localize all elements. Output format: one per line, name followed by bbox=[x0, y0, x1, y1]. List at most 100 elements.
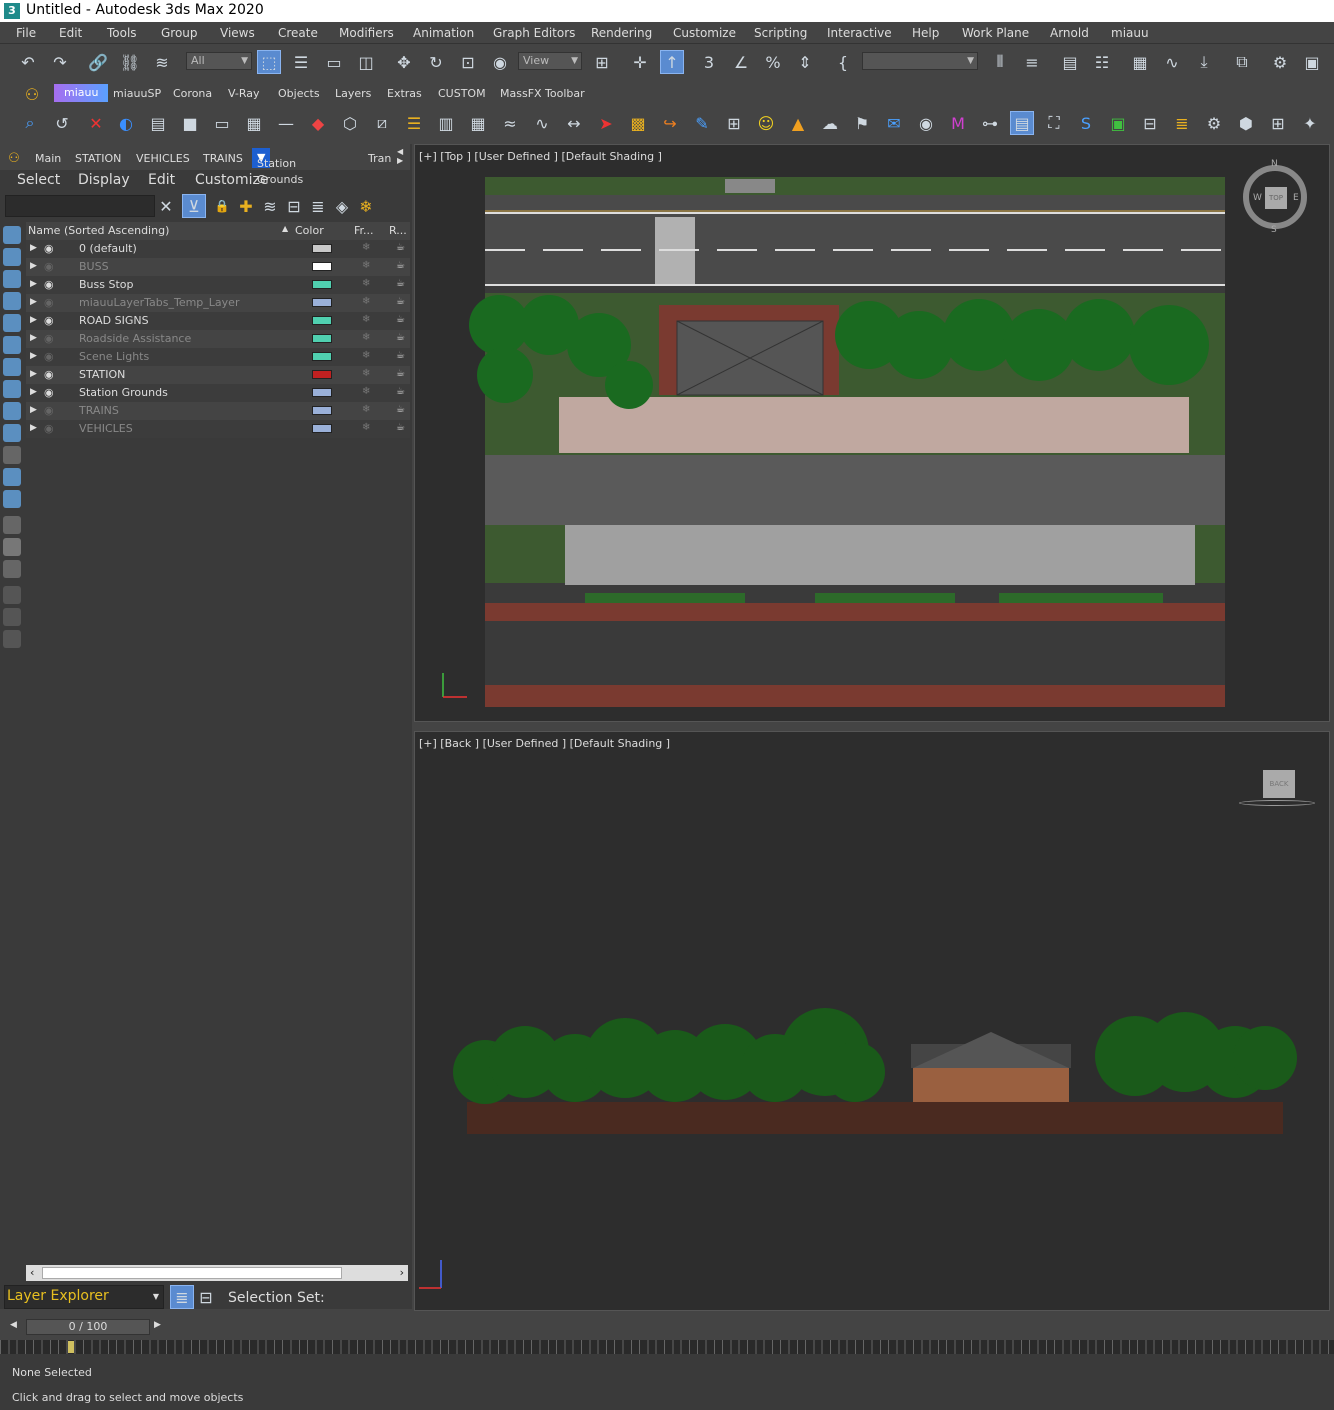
display-containers-icon[interactable] bbox=[3, 446, 21, 464]
toggle-ribbon-icon[interactable]: ▦ bbox=[1128, 50, 1152, 74]
move-icon[interactable]: ✥ bbox=[392, 50, 416, 74]
column-color[interactable]: Color bbox=[295, 224, 324, 237]
snowflake-icon[interactable]: ❄ bbox=[362, 422, 370, 433]
dope-sheet-icon[interactable]: ⤓ bbox=[1192, 50, 1216, 74]
menu-work-plane[interactable]: Work Plane bbox=[962, 26, 1029, 40]
miauu-icon[interactable]: ⚇ bbox=[2, 146, 26, 170]
explorer-tab-station-grounds[interactable]: Station Grounds ▼ bbox=[252, 148, 303, 186]
rotate-icon[interactable]: ↻ bbox=[424, 50, 448, 74]
spinner-snap-icon[interactable]: ⇕ bbox=[793, 50, 817, 74]
gear-icon[interactable]: ⚙ bbox=[1202, 111, 1226, 135]
explorer-tab-tran[interactable]: Tran bbox=[368, 152, 391, 165]
eye-hidden-icon[interactable]: ◉ bbox=[44, 332, 54, 345]
named-selection-dropdown[interactable]: ▼ bbox=[862, 52, 978, 70]
explorer-search-input[interactable] bbox=[5, 195, 155, 217]
display-all-icon[interactable] bbox=[3, 516, 21, 534]
menu-help[interactable]: Help bbox=[912, 26, 939, 40]
expand-arrow-icon[interactable]: ▶ bbox=[30, 315, 37, 325]
grid-icon[interactable]: ▦ bbox=[466, 111, 490, 135]
prev-frame-icon[interactable]: ◀ bbox=[10, 1320, 17, 1330]
expand-arrow-icon[interactable]: ▶ bbox=[30, 333, 37, 343]
snowflake-icon[interactable]: ❄ bbox=[362, 404, 370, 415]
ref-coord-dropdown[interactable]: View ▼ bbox=[518, 52, 582, 70]
pivot-center-icon[interactable]: ⊞ bbox=[590, 50, 614, 74]
layer-color-swatch[interactable] bbox=[312, 424, 332, 433]
render-frame-icon[interactable]: ▣ bbox=[1300, 50, 1324, 74]
snowflake-icon[interactable]: ❄ bbox=[362, 314, 370, 325]
tp-icon[interactable]: ⊟ bbox=[1138, 111, 1162, 135]
display-xrefs-icon[interactable] bbox=[3, 402, 21, 420]
link-icon[interactable]: 🔗 bbox=[86, 50, 110, 74]
cone-icon[interactable]: ▲ bbox=[786, 111, 810, 135]
menu-arnold[interactable]: Arnold bbox=[1050, 26, 1089, 40]
box-icon[interactable]: ■ bbox=[178, 111, 202, 135]
ribbon-tab-massfx[interactable]: MassFX Toolbar bbox=[500, 87, 585, 100]
layer-row[interactable]: ▶ ◉ Buss Stop ❄ ☕ bbox=[26, 276, 410, 294]
viewcube-back-face[interactable]: BACK bbox=[1263, 770, 1295, 798]
wave-icon[interactable]: ∿ bbox=[530, 111, 554, 135]
layer-row[interactable]: ▶ ◉ miauuLayerTabs_Temp_Layer ❄ ☕ bbox=[26, 294, 410, 312]
place-icon[interactable]: ◉ bbox=[488, 50, 512, 74]
expand-arrow-icon[interactable]: ▶ bbox=[30, 243, 37, 253]
layers-icon[interactable]: ▥ bbox=[434, 111, 458, 135]
viewcube-top-face[interactable]: TOP bbox=[1265, 187, 1287, 209]
next-frame-icon[interactable]: ▶ bbox=[154, 1320, 161, 1330]
cube-icon[interactable]: ⬡ bbox=[338, 111, 362, 135]
filter-toggle-icon[interactable]: ⊻ bbox=[182, 194, 206, 218]
menu-graph-editors[interactable]: Graph Editors bbox=[493, 26, 575, 40]
scroll-left-icon[interactable]: ‹ bbox=[30, 1266, 34, 1279]
filter-c-icon[interactable] bbox=[3, 630, 21, 648]
column-render[interactable]: R... bbox=[389, 224, 407, 237]
align-icon[interactable]: ≡ bbox=[1020, 50, 1044, 74]
ribbon-tab-custom[interactable]: CUSTOM bbox=[438, 87, 486, 100]
teapot-icon[interactable]: ☕ bbox=[396, 422, 405, 433]
explorer-menu-select[interactable]: Select bbox=[17, 172, 60, 188]
column-freeze[interactable]: Fr... bbox=[354, 224, 374, 237]
display-bones-icon[interactable] bbox=[3, 424, 21, 442]
curve-icon[interactable]: ≈ bbox=[498, 111, 522, 135]
eye-hidden-icon[interactable]: ◉ bbox=[44, 296, 54, 309]
layer-row[interactable]: ▶ ◉ Roadside Assistance ❄ ☕ bbox=[26, 330, 410, 348]
menu-group[interactable]: Group bbox=[161, 26, 198, 40]
layer-name[interactable]: STATION bbox=[79, 368, 125, 381]
menu-miauu[interactable]: miauu bbox=[1111, 26, 1149, 40]
display-groups-icon[interactable] bbox=[3, 380, 21, 398]
snowflake-icon[interactable]: ❄ bbox=[362, 350, 370, 361]
layer-name[interactable]: 0 (default) bbox=[79, 242, 137, 255]
teapot-icon[interactable]: ☕ bbox=[396, 296, 405, 307]
menu-customize[interactable]: Customize bbox=[673, 26, 736, 40]
unlink-icon[interactable]: ⛓ bbox=[118, 50, 142, 74]
dimension-icon[interactable]: ↔ bbox=[562, 111, 586, 135]
flag-icon[interactable]: ⚑ bbox=[850, 111, 874, 135]
menu-edit[interactable]: Edit bbox=[59, 26, 82, 40]
layer-color-swatch[interactable] bbox=[312, 280, 332, 289]
menu-interactive[interactable]: Interactive bbox=[827, 26, 892, 40]
layer-row[interactable]: ▶ ◉ TRAINS ❄ ☕ bbox=[26, 402, 410, 420]
menu-rendering[interactable]: Rendering bbox=[591, 26, 652, 40]
corona-icon[interactable]: ◐ bbox=[114, 111, 138, 135]
layer-name[interactable]: BUSS bbox=[79, 260, 109, 273]
expand-arrow-icon[interactable]: ▶ bbox=[30, 405, 37, 415]
expand-arrow-icon[interactable]: ▶ bbox=[30, 297, 37, 307]
eye-icon[interactable]: ◉ bbox=[44, 368, 54, 381]
column-name[interactable]: Name (Sorted Ascending) bbox=[28, 224, 169, 237]
filter-b-icon[interactable] bbox=[3, 608, 21, 626]
teapot-icon[interactable]: ☕ bbox=[396, 368, 405, 379]
menu-create[interactable]: Create bbox=[278, 26, 318, 40]
layer-hierarchy-icon[interactable]: ⊟ bbox=[282, 194, 306, 218]
display-helpers-icon[interactable] bbox=[3, 336, 21, 354]
note-icon[interactable]: ✉ bbox=[882, 111, 906, 135]
layer-color-swatch[interactable] bbox=[312, 298, 332, 307]
snowflake-icon[interactable]: ❄ bbox=[362, 260, 370, 271]
scroll-right-icon[interactable]: › bbox=[400, 1266, 404, 1279]
eye-icon[interactable]: ◉ bbox=[44, 314, 54, 327]
lock-icon[interactable]: 🔒 bbox=[210, 194, 234, 218]
image-icon[interactable]: ▣ bbox=[1106, 111, 1130, 135]
display-shapes-icon[interactable] bbox=[3, 270, 21, 288]
chain-icon[interactable]: ⊶ bbox=[978, 111, 1002, 135]
rect-region-icon[interactable]: ▭ bbox=[322, 50, 346, 74]
layers-stack-icon[interactable]: ≣ bbox=[306, 194, 330, 218]
teapot-icon[interactable]: ☕ bbox=[396, 242, 405, 253]
layer-row[interactable]: ▶ ◉ Station Grounds ❄ ☕ bbox=[26, 384, 410, 402]
search-icon[interactable]: ⌕ bbox=[18, 111, 42, 135]
